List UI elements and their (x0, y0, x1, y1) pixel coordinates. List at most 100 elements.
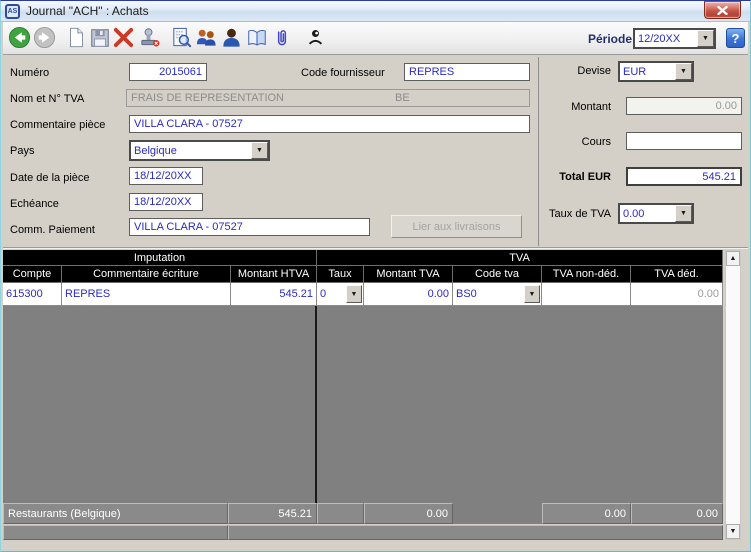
cell-code-tva[interactable]: BS0 ▼ (453, 283, 542, 306)
cell-code-tva-value: BS0 (456, 288, 477, 300)
group-header-imputation: Imputation (3, 250, 317, 266)
cell-taux-value: 0 (320, 288, 326, 300)
taux-de-tva-value: 0.00 (623, 208, 644, 220)
bottom-strip-left (3, 525, 228, 540)
comm-paiement-field[interactable]: VILLA CLARA - 07527 (129, 218, 370, 236)
supplier-icon[interactable] (219, 25, 244, 50)
scroll-down-icon[interactable]: ▼ (726, 524, 740, 539)
form-panel-divider (538, 57, 539, 246)
col-header-taux: Taux (317, 266, 364, 283)
tva-country-value: BE (395, 92, 410, 104)
col-header-tva-ded: TVA déd. (631, 266, 723, 283)
periode-dropdown-arrow[interactable]: ▼ (697, 30, 714, 47)
col-header-montant-htva: Montant HTVA (231, 266, 317, 283)
numero-label: Numéro (10, 67, 49, 79)
suppliers-icon[interactable] (193, 25, 218, 50)
code-tva-cell-dropdown-arrow[interactable]: ▼ (524, 285, 540, 303)
delete-icon[interactable] (111, 25, 136, 50)
footer-montant-htva: 545.21 (228, 503, 317, 524)
cell-commentaire[interactable]: REPRES (62, 283, 231, 306)
code-fournisseur-field[interactable]: REPRES (404, 63, 530, 81)
footer-label: Restaurants (Belgique) (3, 503, 228, 524)
taux-cell-dropdown-arrow[interactable]: ▼ (346, 285, 362, 303)
total-eur-label: Total EUR (541, 171, 611, 183)
toolbar: Période 12/20XX ▼ ? (3, 22, 748, 55)
app-icon: AS (5, 4, 20, 19)
pays-label: Pays (10, 145, 34, 157)
taux-de-tva-label: Taux de TVA (541, 208, 611, 220)
periode-value: 12/20XX (638, 33, 680, 45)
window-title: Journal "ACH" : Achats (26, 4, 149, 18)
bottom-strip-right (228, 525, 723, 540)
date-piece-label: Date de la pièce (10, 172, 90, 184)
echeance-field[interactable]: 18/12/20XX (129, 193, 203, 211)
title-bar: AS Journal "ACH" : Achats (1, 1, 750, 22)
col-header-commentaire: Commentaire écriture (62, 266, 231, 283)
cell-montant-tva[interactable]: 0.00 (364, 283, 453, 306)
col-header-tva-non-ded: TVA non-déd. (542, 266, 631, 283)
cell-tva-non-ded[interactable] (542, 283, 631, 306)
lier-aux-livraisons-button[interactable]: Lier aux livraisons (391, 215, 522, 238)
footer-montant-tva: 0.00 (364, 503, 453, 524)
total-eur-field[interactable]: 545.21 (626, 167, 742, 186)
back-icon[interactable] (7, 25, 32, 50)
pays-select[interactable]: Belgique ▼ (129, 140, 270, 161)
close-icon (717, 6, 728, 15)
grid-footer-row: Restaurants (Belgique) 545.21 0.00 0.00 … (3, 503, 723, 524)
devise-dropdown-arrow[interactable]: ▼ (675, 63, 692, 80)
pays-dropdown-arrow[interactable]: ▼ (251, 142, 268, 159)
nom-value: FRAIS DE REPRESENTATION (131, 92, 284, 104)
numero-field[interactable]: 2015061 (129, 63, 207, 81)
periode-label: Période (588, 32, 632, 46)
col-header-montant-tva: Montant TVA (364, 266, 453, 283)
cell-montant-htva[interactable]: 545.21 (231, 283, 317, 306)
group-header-tva: TVA (317, 250, 723, 266)
devise-value: EUR (623, 66, 646, 78)
montant-label: Montant (541, 101, 611, 113)
devise-label: Devise (541, 65, 611, 77)
app-window: AS Journal "ACH" : Achats (0, 0, 751, 552)
cours-field[interactable] (626, 132, 742, 150)
footer-tva-non-ded: 0.00 (542, 503, 631, 524)
section-separator-highlight (3, 248, 748, 249)
grid-bottom-strip (3, 525, 723, 540)
footer-taux-empty (317, 503, 364, 524)
contact-icon[interactable] (303, 25, 328, 50)
close-button[interactable] (704, 1, 741, 19)
footer-code-tva-empty (453, 503, 542, 524)
cell-taux[interactable]: 0 ▼ (317, 283, 364, 306)
attachment-icon[interactable] (269, 25, 294, 50)
echeance-label: Echéance (10, 198, 59, 210)
grid-column-header-row: Compte Commentaire écriture Montant HTVA… (3, 266, 723, 283)
taux-de-tva-select[interactable]: 0.00 ▼ (618, 203, 694, 224)
cell-compte[interactable]: 615300 (3, 283, 62, 306)
cell-tva-ded: 0.00 (631, 283, 723, 306)
nom-tva-label: Nom et N° TVA (10, 93, 84, 105)
journal-book-icon[interactable] (244, 25, 269, 50)
scroll-up-icon[interactable]: ▲ (726, 251, 740, 266)
date-piece-field[interactable]: 18/12/20XX (129, 167, 203, 185)
col-header-code-tva: Code tva (453, 266, 542, 283)
save-icon[interactable] (87, 25, 112, 50)
periode-select[interactable]: 12/20XX ▼ (633, 28, 716, 49)
grid-vertical-scrollbar[interactable]: ▲ ▼ (725, 250, 741, 540)
taux-de-tva-dropdown-arrow[interactable]: ▼ (675, 205, 692, 222)
col-header-compte: Compte (3, 266, 62, 283)
forward-icon[interactable] (32, 25, 57, 50)
comm-paiement-label: Comm. Paiement (10, 224, 95, 236)
grid-group-header-row: Imputation TVA (3, 250, 723, 266)
devise-select[interactable]: EUR ▼ (618, 61, 694, 82)
cours-label: Cours (541, 136, 611, 148)
preview-icon[interactable] (169, 25, 194, 50)
commentaire-piece-field[interactable]: VILLA CLARA - 07527 (129, 115, 530, 133)
stamp-icon[interactable] (137, 25, 162, 50)
commentaire-piece-label: Commentaire pièce (10, 119, 105, 131)
new-document-icon[interactable] (63, 25, 88, 50)
grid-empty-area[interactable] (3, 306, 723, 503)
footer-tva-ded: 0.00 (631, 503, 723, 524)
help-button[interactable]: ? (726, 28, 745, 48)
nom-tva-field: FRAIS DE REPRESENTATION BE (126, 89, 530, 107)
grid-data-row: 615300 REPRES 545.21 0 ▼ 0.00 BS0 ▼ 0.00 (3, 283, 723, 306)
grid-group-divider-line (315, 306, 317, 503)
code-fournisseur-label: Code fournisseur (301, 67, 385, 79)
